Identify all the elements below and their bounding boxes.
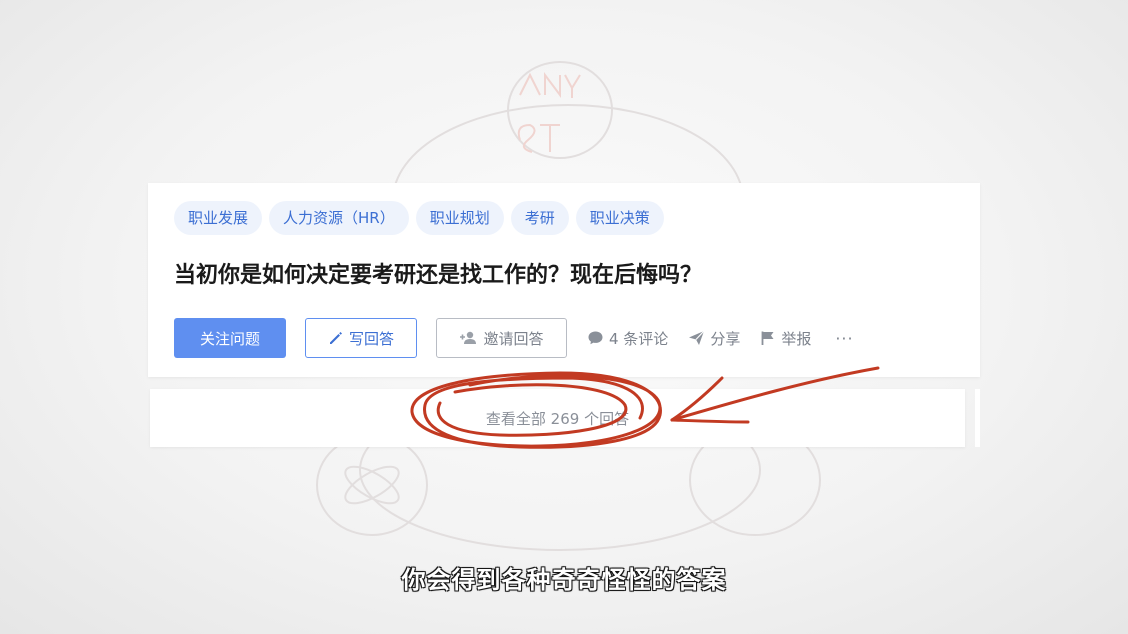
more-icon[interactable]: ··· <box>835 329 853 348</box>
topic-tag[interactable]: 职业规划 <box>415 201 504 235</box>
report-link[interactable]: 举报 <box>760 328 811 349</box>
comments-link[interactable]: 4 条评论 <box>587 328 668 349</box>
comments-label: 4 条评论 <box>609 329 669 348</box>
write-answer-button[interactable]: 写回答 <box>305 318 417 358</box>
question-actions: 关注问题 写回答 邀请回答 4 条评论 分享 举报 ··· <box>174 318 854 358</box>
comment-icon <box>588 331 603 345</box>
video-subtitle: 你会得到各种奇奇怪怪的答案 <box>401 566 727 594</box>
invite-answer-label: 邀请回答 <box>483 329 544 348</box>
follow-question-button[interactable]: 关注问题 <box>174 318 286 358</box>
share-icon <box>689 330 705 345</box>
topic-tag[interactable]: 职业发展 <box>174 201 263 235</box>
video-frame: 职业发展 人力资源（HR） 职业规划 考研 职业决策 当初你是如何决定要考研还是… <box>0 0 1128 634</box>
topic-tag[interactable]: 考研 <box>510 201 569 235</box>
pencil-icon <box>329 332 342 344</box>
write-answer-label: 写回答 <box>348 329 394 348</box>
report-label: 举报 <box>781 329 812 348</box>
question-title[interactable]: 当初你是如何决定要考研还是找工作的？现在后悔吗？ <box>174 257 702 289</box>
invite-answer-button[interactable]: 邀请回答 <box>436 318 567 358</box>
share-link[interactable]: 分享 <box>688 328 740 349</box>
card-edge <box>975 389 980 447</box>
topic-tag[interactable]: 人力资源（HR） <box>269 201 409 235</box>
view-all-answers-button[interactable]: 查看全部 269 个回答 <box>150 389 965 447</box>
topic-tag[interactable]: 职业决策 <box>575 201 664 235</box>
question-card: 职业发展 人力资源（HR） 职业规划 考研 职业决策 当初你是如何决定要考研还是… <box>148 183 980 377</box>
share-label: 分享 <box>710 329 741 348</box>
topic-tags: 职业发展 人力资源（HR） 职业规划 考研 职业决策 <box>174 201 664 235</box>
flag-icon <box>761 331 774 345</box>
add-user-icon <box>460 331 477 344</box>
